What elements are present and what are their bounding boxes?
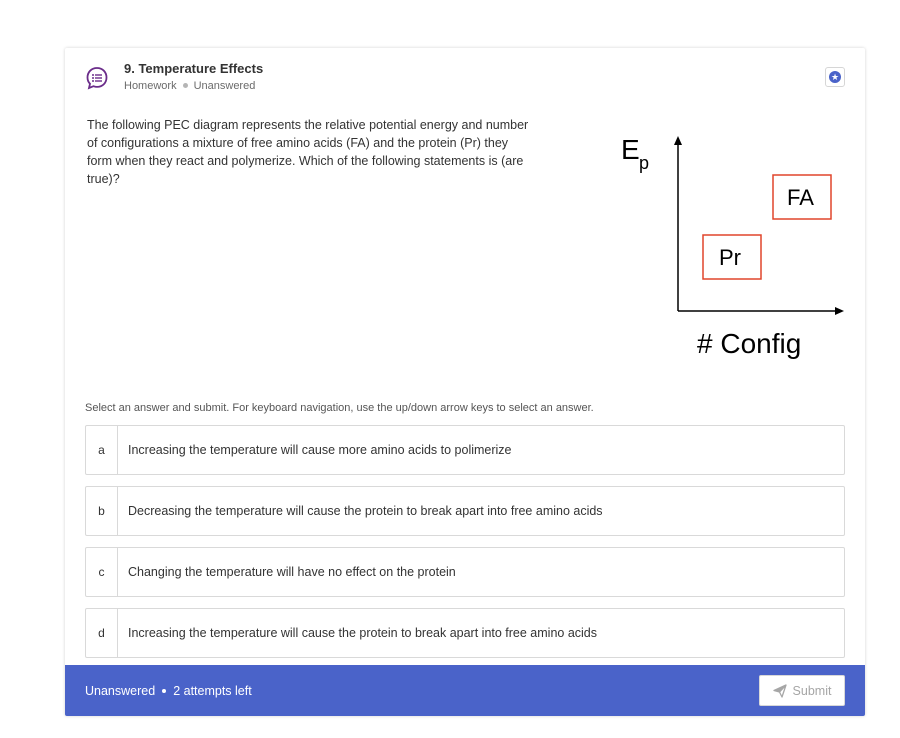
- y-axis-arrow: [674, 136, 682, 145]
- choice-letter: d: [86, 609, 118, 657]
- submission-footer: Unanswered 2 attempts left Submit: [65, 665, 865, 716]
- fa-label: FA: [787, 185, 814, 210]
- pr-label: Pr: [719, 245, 741, 270]
- choice-text: Decreasing the temperature will cause th…: [128, 504, 603, 518]
- question-status: Unanswered: [193, 80, 256, 92]
- question-list-icon: [85, 66, 109, 90]
- choice-letter: c: [86, 548, 118, 596]
- question-meta: Homework Unanswered: [124, 80, 255, 92]
- bookmark-icon: ★: [829, 71, 841, 83]
- choice-text: Changing the temperature will have no ef…: [128, 565, 456, 579]
- answer-instructions: Select an answer and submit. For keyboar…: [85, 402, 594, 414]
- choice-letter: b: [86, 487, 118, 535]
- choice-d[interactable]: d Increasing the temperature will cause …: [85, 608, 845, 658]
- attempts-left-text: 2 attempts left: [173, 683, 252, 698]
- question-type: Homework: [124, 80, 177, 92]
- choice-letter: a: [86, 426, 118, 474]
- separator-dot: [162, 688, 167, 693]
- y-axis-label: E: [621, 134, 640, 165]
- choice-text: Increasing the temperature will cause mo…: [128, 443, 512, 457]
- bookmark-button[interactable]: ★: [825, 67, 845, 87]
- choice-c[interactable]: c Changing the temperature will have no …: [85, 547, 845, 597]
- x-axis-label: # Config: [697, 328, 801, 359]
- submit-label: Submit: [792, 683, 832, 698]
- send-icon: [772, 683, 787, 698]
- question-header: 9. Temperature Effects Homework Unanswere…: [85, 60, 845, 100]
- pec-diagram: E p # Config FA Pr: [615, 131, 855, 371]
- question-prompt: The following PEC diagram represents the…: [87, 118, 529, 186]
- choice-a[interactable]: a Increasing the temperature will cause …: [85, 425, 845, 475]
- question-card: 9. Temperature Effects Homework Unanswere…: [65, 48, 865, 716]
- answer-choices: a Increasing the temperature will cause …: [85, 425, 845, 669]
- question-title: 9. Temperature Effects: [124, 61, 264, 76]
- y-axis-label-sub: p: [639, 153, 649, 173]
- choice-b[interactable]: b Decreasing the temperature will cause …: [85, 486, 845, 536]
- separator-dot: [182, 82, 188, 88]
- x-axis-arrow: [835, 307, 844, 315]
- choice-text: Increasing the temperature will cause th…: [128, 626, 598, 640]
- submission-status: Unanswered 2 attempts left: [85, 665, 252, 716]
- pec-diagram-svg: E p # Config FA Pr: [621, 134, 844, 359]
- submit-button[interactable]: Submit: [759, 675, 845, 706]
- footer-status-text: Unanswered: [85, 683, 156, 698]
